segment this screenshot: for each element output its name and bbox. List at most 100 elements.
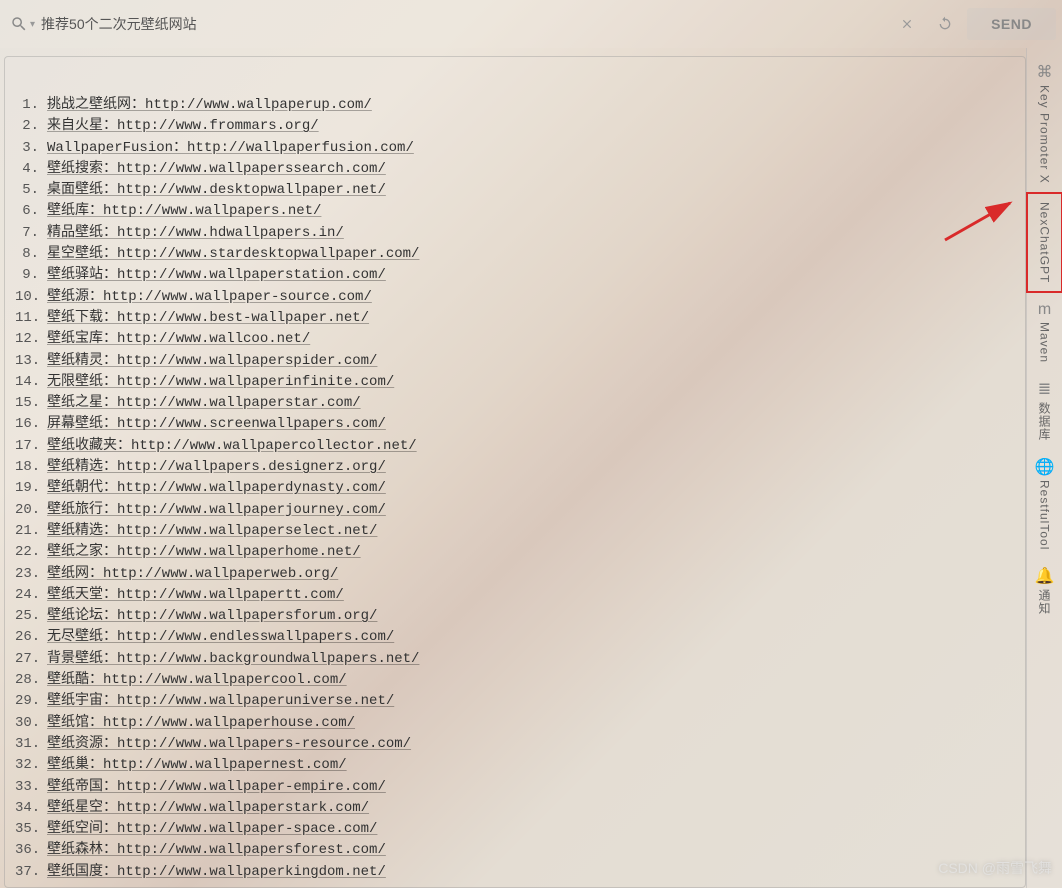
list-item-text[interactable]: 壁纸宝库：http://www.wallcoo.net/ [47,329,310,350]
list-item-text[interactable]: 星空壁纸：http://www.stardesktopwallpaper.com… [47,244,419,265]
top-bar: ▾ SEND [0,0,1062,48]
refresh-button[interactable] [929,8,961,40]
side-tab-label: Maven [1038,322,1052,363]
list-item: 24.壁纸天堂：http://www.wallpapertt.com/ [15,585,1015,606]
list-item-text[interactable]: 壁纸之家：http://www.wallpaperhome.net/ [47,542,361,563]
list-item-number: 26. [15,627,43,648]
list-item-text[interactable]: 壁纸旅行：http://www.wallpaperjourney.com/ [47,500,386,521]
list-item-text[interactable]: 壁纸精灵：http://www.wallpaperspider.com/ [47,351,377,372]
watermark: CSDN @雨雪飞舞 [938,858,1052,878]
list-item-number: 10. [15,287,43,308]
list-item-text[interactable]: 壁纸精选：http://wallpapers.designerz.org/ [47,457,386,478]
search-icon [10,15,28,33]
list-item-text[interactable]: 壁纸精选：http://www.wallpaperselect.net/ [47,521,377,542]
list-item: 25.壁纸论坛：http://www.wallpapersforum.org/ [15,606,1015,627]
side-tab-label: RestfulTool [1038,480,1052,550]
list-item-text[interactable]: 壁纸天堂：http://www.wallpapertt.com/ [47,585,344,606]
list-item: 12.壁纸宝库：http://www.wallcoo.net/ [15,329,1015,350]
list-item-text[interactable]: 屏幕壁纸：http://www.screenwallpapers.com/ [47,414,386,435]
list-item-text[interactable]: 来自火星：http://www.frommars.org/ [47,116,319,137]
list-item-number: 35. [15,819,43,840]
list-item: 17.壁纸收藏夹：http://www.wallpapercollector.n… [15,436,1015,457]
list-item-number: 28. [15,670,43,691]
list-item: 31.壁纸资源：http://www.wallpapers-resource.c… [15,734,1015,755]
list-item: 1.挑战之壁纸网：http://www.wallpaperup.com/ [15,95,1015,116]
list-item-text[interactable]: 壁纸搜索：http://www.wallpaperssearch.com/ [47,159,386,180]
list-item-text[interactable]: 壁纸宇宙：http://www.wallpaperuniverse.net/ [47,691,394,712]
result-list: 1.挑战之壁纸网：http://www.wallpaperup.com/2.来自… [15,95,1015,883]
list-item-text[interactable]: 壁纸馆：http://www.wallpaperhouse.com/ [47,713,355,734]
list-item-text[interactable]: 壁纸库：http://www.wallpapers.net/ [47,201,321,222]
list-item-text[interactable]: 无限壁纸：http://www.wallpaperinfinite.com/ [47,372,394,393]
list-item-text[interactable]: WallpaperFusion：http://wallpaperfusion.c… [47,138,414,159]
list-item: 10.壁纸源：http://www.wallpaper-source.com/ [15,287,1015,308]
list-item-number: 23. [15,564,43,585]
list-item-number: 17. [15,436,43,457]
list-item-text[interactable]: 精品壁纸：http://www.hdwallpapers.in/ [47,223,344,244]
list-item: 28.壁纸酷：http://www.wallpapercool.com/ [15,670,1015,691]
list-item-number: 27. [15,649,43,670]
side-tab-icon: 🔔 [1035,566,1055,586]
list-item-number: 30. [15,713,43,734]
list-item-text[interactable]: 壁纸森林：http://www.wallpapersforest.com/ [47,840,386,861]
search-wrap: ▾ [6,15,885,33]
list-item-number: 2. [15,116,43,137]
list-item-text[interactable]: 壁纸资源：http://www.wallpapers-resource.com/ [47,734,411,755]
send-button[interactable]: SEND [967,8,1056,40]
list-item-text[interactable]: 无尽壁纸：http://www.endlesswallpapers.com/ [47,627,394,648]
list-item: 18.壁纸精选：http://wallpapers.designerz.org/ [15,457,1015,478]
list-item: 4.壁纸搜索：http://www.wallpaperssearch.com/ [15,159,1015,180]
list-item-number: 20. [15,500,43,521]
side-tab-nexchatgpt[interactable]: NexChatGPT [1026,192,1062,293]
side-tab-key-promoter-x[interactable]: ⌘Key Promoter X [1027,54,1062,192]
list-item-text[interactable]: 壁纸朝代：http://www.wallpaperdynasty.com/ [47,478,386,499]
list-item: 7.精品壁纸：http://www.hdwallpapers.in/ [15,223,1015,244]
list-item-text[interactable]: 壁纸之星：http://www.wallpaperstar.com/ [47,393,361,414]
list-item-number: 13. [15,351,43,372]
list-item-number: 22. [15,542,43,563]
list-item-text[interactable]: 壁纸星空：http://www.wallpaperstark.com/ [47,798,369,819]
list-item-number: 15. [15,393,43,414]
list-item-number: 8. [15,244,43,265]
list-item: 29.壁纸宇宙：http://www.wallpaperuniverse.net… [15,691,1015,712]
side-tab-icon: 🌐 [1035,457,1055,477]
side-tab-restfultool[interactable]: 🌐 RestfulTool [1027,449,1062,558]
list-item-text[interactable]: 壁纸下载：http://www.best-wallpaper.net/ [47,308,369,329]
list-item-text[interactable]: 壁纸国度：http://www.wallpaperkingdom.net/ [47,862,386,883]
list-item-text[interactable]: 壁纸驿站：http://www.wallpaperstation.com/ [47,265,386,286]
list-item-number: 33. [15,777,43,798]
list-item-text[interactable]: 壁纸酷：http://www.wallpapercool.com/ [47,670,347,691]
side-tab-通知[interactable]: 🔔通知 [1027,558,1062,623]
list-item: 5.桌面壁纸：http://www.desktopwallpaper.net/ [15,180,1015,201]
list-item: 21.壁纸精选：http://www.wallpaperselect.net/ [15,521,1015,542]
search-input[interactable] [41,16,881,32]
list-item-text[interactable]: 壁纸巢：http://www.wallpapernest.com/ [47,755,347,776]
list-item-text[interactable]: 壁纸空间：http://www.wallpaper-space.com/ [47,819,377,840]
list-item: 26.无尽壁纸：http://www.endlesswallpapers.com… [15,627,1015,648]
list-item: 15.壁纸之星：http://www.wallpaperstar.com/ [15,393,1015,414]
list-item: 32.壁纸巢：http://www.wallpapernest.com/ [15,755,1015,776]
side-tab-icon: ⌘ [1037,62,1053,82]
dropdown-indicator-icon: ▾ [30,19,35,30]
list-item: 19.壁纸朝代：http://www.wallpaperdynasty.com/ [15,478,1015,499]
list-item-text[interactable]: 挑战之壁纸网：http://www.wallpaperup.com/ [47,95,372,116]
list-item-number: 21. [15,521,43,542]
side-tab-maven[interactable]: mMaven [1027,293,1062,371]
list-item-text[interactable]: 壁纸收藏夹：http://www.wallpapercollector.net/ [47,436,417,457]
list-item-number: 32. [15,755,43,776]
clear-button[interactable] [891,8,923,40]
list-item-text[interactable]: 壁纸源：http://www.wallpaper-source.com/ [47,287,372,308]
list-item-text[interactable]: 壁纸论坛：http://www.wallpapersforum.org/ [47,606,377,627]
side-tab-数据库[interactable]: ≣数据库 [1027,371,1062,449]
list-item-number: 4. [15,159,43,180]
list-item-text[interactable]: 壁纸网：http://www.wallpaperweb.org/ [47,564,338,585]
list-item-text[interactable]: 背景壁纸：http://www.backgroundwallpapers.net… [47,649,419,670]
list-item: 9.壁纸驿站：http://www.wallpaperstation.com/ [15,265,1015,286]
list-item: 8.星空壁纸：http://www.stardesktopwallpaper.c… [15,244,1015,265]
list-item-number: 25. [15,606,43,627]
side-tab-label: 数据库 [1036,402,1053,441]
list-item-text[interactable]: 壁纸帝国：http://www.wallpaper-empire.com/ [47,777,386,798]
main-container: 1.挑战之壁纸网：http://www.wallpaperup.com/2.来自… [0,48,1062,888]
list-item-text[interactable]: 桌面壁纸：http://www.desktopwallpaper.net/ [47,180,386,201]
list-item: 35.壁纸空间：http://www.wallpaper-space.com/ [15,819,1015,840]
